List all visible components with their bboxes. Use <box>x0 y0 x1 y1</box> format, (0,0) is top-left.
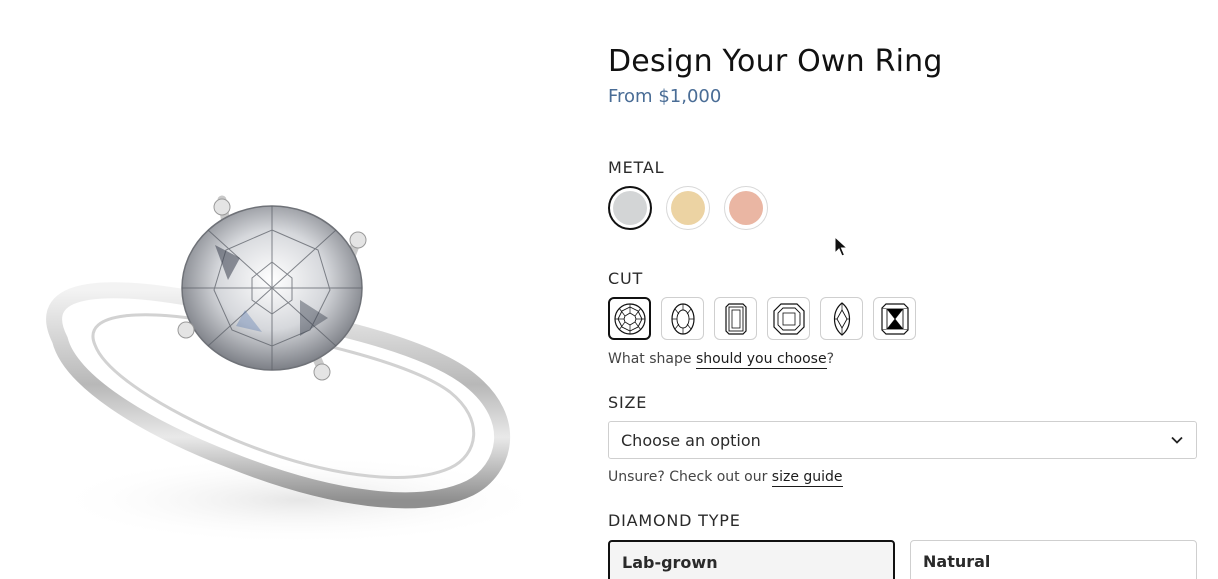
diamond-type-label: DIAMOND TYPE <box>608 511 741 530</box>
cut-label: CUT <box>608 269 644 288</box>
product-price: From $1,000 <box>608 86 722 107</box>
cut-option-radiant[interactable] <box>873 297 916 340</box>
cut-options <box>608 297 916 340</box>
size-select[interactable]: Choose an option <box>608 421 1197 459</box>
diamond-type-lab-grown-label: Lab-grown <box>622 553 718 572</box>
metal-swatch-white-gold[interactable] <box>608 186 652 230</box>
size-hint: Unsure? Check out our size guide <box>608 469 843 487</box>
size-guide-link[interactable]: size guide <box>771 469 843 487</box>
swatch-color <box>671 191 705 225</box>
product-title: Design Your Own Ring <box>608 44 943 79</box>
cut-option-oval[interactable] <box>661 297 704 340</box>
diamond-type-natural-label: Natural <box>923 552 991 571</box>
metal-swatch-rose-gold[interactable] <box>724 186 768 230</box>
cut-option-marquise[interactable] <box>820 297 863 340</box>
cut-hint: What shape should you choose? <box>608 351 834 369</box>
asscher-cut-icon <box>772 302 805 335</box>
metal-swatch-yellow-gold[interactable] <box>666 186 710 230</box>
ring-image <box>46 195 550 545</box>
size-hint-prefix: Unsure? Check out our <box>608 469 772 485</box>
round-cut-icon <box>613 302 646 335</box>
radiant-cut-icon <box>880 302 909 335</box>
marquise-cut-icon <box>833 301 850 336</box>
emerald-cut-icon <box>724 302 747 335</box>
size-select-value: Choose an option <box>621 430 761 450</box>
cut-option-round[interactable] <box>608 297 651 340</box>
cut-option-asscher[interactable] <box>767 297 810 340</box>
swatch-color <box>613 191 647 225</box>
swatch-color <box>729 191 763 225</box>
cut-hint-prefix: What shape <box>608 351 696 367</box>
product-image <box>0 0 560 579</box>
cut-guide-link[interactable]: should you choose <box>695 351 827 369</box>
diamond-type-natural[interactable]: Natural <box>910 540 1197 579</box>
cut-hint-suffix: ? <box>826 351 834 367</box>
chevron-down-icon <box>1170 433 1184 447</box>
size-label: SIZE <box>608 393 648 412</box>
metal-label: METAL <box>608 158 665 177</box>
diamond-type-lab-grown[interactable]: Lab-grown <box>608 540 895 579</box>
cut-option-emerald[interactable] <box>714 297 757 340</box>
oval-cut-icon <box>670 302 695 335</box>
mouse-pointer-icon <box>834 236 848 257</box>
metal-options <box>608 186 768 230</box>
